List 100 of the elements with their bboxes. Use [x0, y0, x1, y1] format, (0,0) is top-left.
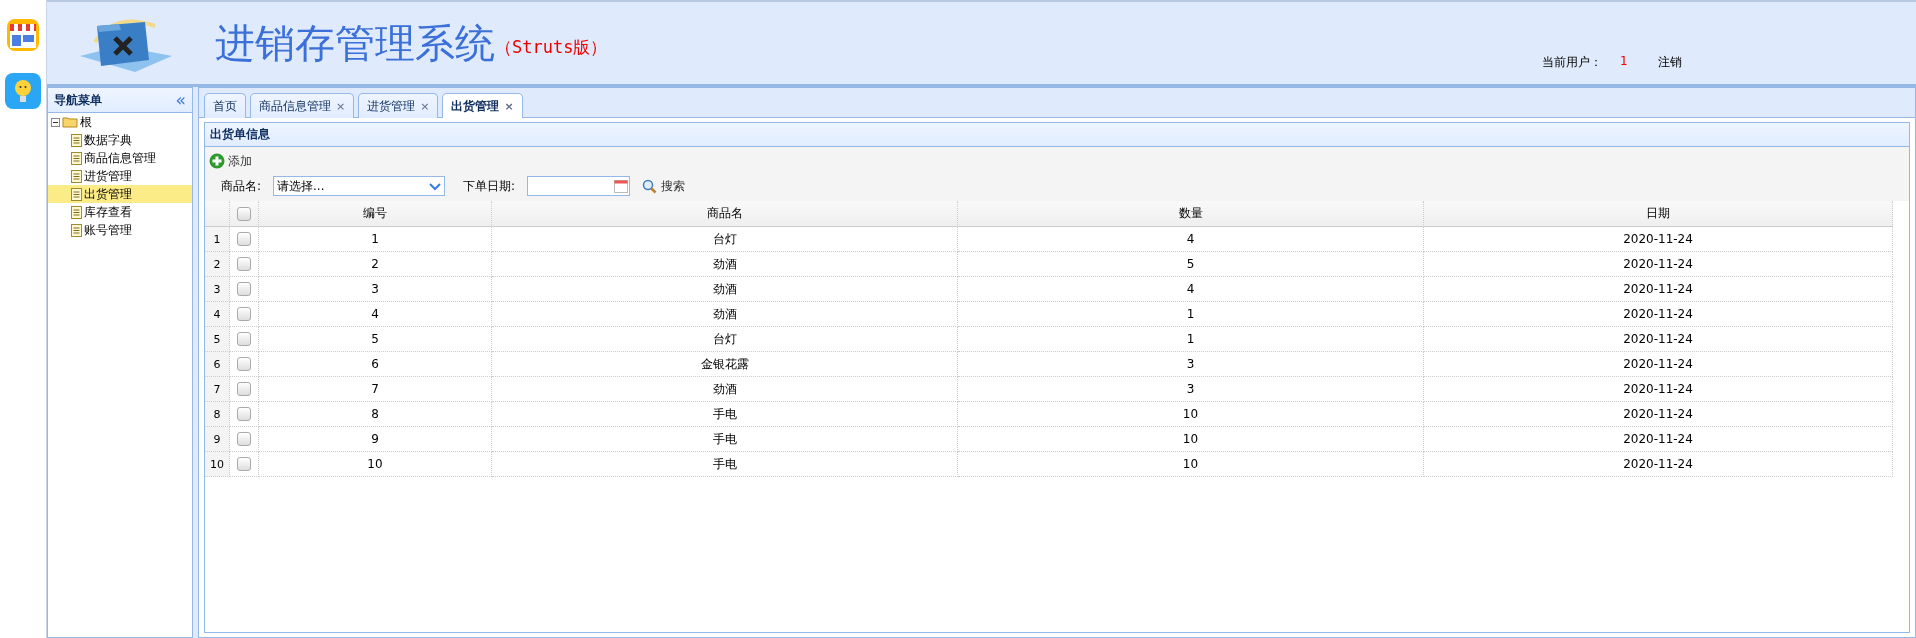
- table-cell: 台灯: [492, 227, 958, 252]
- table-cell: 2020-11-24: [1424, 402, 1893, 427]
- tree-item[interactable]: 商品信息管理: [48, 149, 192, 167]
- lightbulb-icon[interactable]: [4, 72, 42, 110]
- table-cell: 2020-11-24: [1424, 302, 1893, 327]
- table-cell: 劲酒: [492, 377, 958, 402]
- panel-title: 出货单信息: [210, 126, 270, 143]
- table-cell: 10: [958, 452, 1424, 477]
- table-cell: 4: [958, 227, 1424, 252]
- row-checkbox[interactable]: [237, 357, 251, 371]
- table-cell: 2020-11-24: [1424, 252, 1893, 277]
- row-number: 7: [205, 377, 230, 402]
- row-number: 1: [205, 227, 230, 252]
- tree-item[interactable]: 账号管理: [48, 221, 192, 239]
- table-cell: 2020-11-24: [1424, 227, 1893, 252]
- logout-link[interactable]: 注销: [1657, 54, 1682, 71]
- tab[interactable]: 进货管理 ×: [358, 93, 439, 118]
- tree-item[interactable]: 根: [48, 113, 192, 131]
- row-checkbox[interactable]: [237, 307, 251, 321]
- row-checkbox[interactable]: [237, 232, 251, 246]
- table-cell: 10: [259, 452, 492, 477]
- row-checkbox[interactable]: [237, 382, 251, 396]
- table-cell: 1: [958, 302, 1424, 327]
- row-checkbox[interactable]: [237, 332, 251, 346]
- table-cell: 1: [958, 327, 1424, 352]
- row-number: 8: [205, 402, 230, 427]
- table-cell: 劲酒: [492, 277, 958, 302]
- row-number: 10: [205, 452, 230, 477]
- column-header: 数量: [958, 201, 1424, 227]
- table-cell: 3: [958, 377, 1424, 402]
- search-icon: [642, 178, 658, 194]
- table-cell: 劲酒: [492, 252, 958, 277]
- document-icon: [71, 133, 82, 147]
- tab[interactable]: 商品信息管理 ×: [250, 93, 355, 118]
- user-name: 1: [1620, 54, 1628, 70]
- table-cell: 2020-11-24: [1424, 452, 1893, 477]
- table-cell: 2020-11-24: [1424, 277, 1893, 302]
- table-cell: 5: [958, 252, 1424, 277]
- app-title: 进销存管理系统: [215, 18, 495, 68]
- document-icon: [71, 169, 82, 183]
- row-checkbox[interactable]: [237, 457, 251, 471]
- tab[interactable]: 首页: [204, 93, 246, 118]
- shop-icon[interactable]: [6, 18, 40, 52]
- table-cell: 手电: [492, 402, 958, 427]
- table-cell: 4: [958, 277, 1424, 302]
- calendar-icon[interactable]: [613, 178, 630, 194]
- row-number: 9: [205, 427, 230, 452]
- row-number: 5: [205, 327, 230, 352]
- close-icon[interactable]: ×: [504, 99, 514, 113]
- close-icon[interactable]: ×: [420, 99, 430, 113]
- collapse-icon[interactable]: [51, 117, 60, 127]
- sidebar-title: 导航菜单: [54, 91, 102, 109]
- document-icon: [71, 187, 82, 201]
- collapse-button[interactable]: «: [175, 90, 186, 110]
- row-checkbox[interactable]: [237, 257, 251, 271]
- select-all-checkbox[interactable]: [237, 206, 251, 221]
- table-cell: 金银花露: [492, 352, 958, 377]
- table-cell: 4: [259, 302, 492, 327]
- search-button[interactable]: 搜索: [642, 177, 686, 195]
- table-cell: 5: [259, 327, 492, 352]
- product-select[interactable]: 请选择...: [273, 176, 446, 196]
- tree-item[interactable]: 库存查看: [48, 203, 192, 221]
- date-field[interactable]: [527, 176, 631, 196]
- row-checkbox[interactable]: [237, 432, 251, 446]
- table-cell: 10: [958, 402, 1424, 427]
- table-cell: 2020-11-24: [1424, 327, 1893, 352]
- table-cell: 2020-11-24: [1424, 427, 1893, 452]
- tree-item[interactable]: 数据字典: [48, 131, 192, 149]
- table-cell: 手电: [492, 452, 958, 477]
- document-icon: [71, 223, 82, 237]
- table-cell: 台灯: [492, 327, 958, 352]
- table-cell: 3: [259, 277, 492, 302]
- column-header: 日期: [1424, 201, 1893, 227]
- table-cell: 2020-11-24: [1424, 352, 1893, 377]
- add-button[interactable]: 添加: [209, 149, 1905, 173]
- document-icon: [71, 205, 82, 219]
- row-checkbox[interactable]: [237, 407, 251, 421]
- column-header: 编号: [259, 201, 492, 227]
- tree-item[interactable]: 出货管理: [48, 185, 192, 203]
- row-number: 6: [205, 352, 230, 377]
- row-checkbox[interactable]: [237, 282, 251, 296]
- plus-icon: [209, 153, 225, 169]
- table-cell: 8: [259, 402, 492, 427]
- column-header: 商品名: [492, 201, 958, 227]
- date-label: 下单日期:: [463, 177, 516, 195]
- table-cell: 劲酒: [492, 302, 958, 327]
- document-icon: [71, 151, 82, 165]
- folder-icon: [62, 116, 78, 128]
- user-label: 当前用户：: [1542, 54, 1602, 71]
- tree-item[interactable]: 进货管理: [48, 167, 192, 185]
- close-icon[interactable]: ×: [336, 99, 346, 113]
- table-cell: 7: [259, 377, 492, 402]
- row-number: 3: [205, 277, 230, 302]
- product-label: 商品名:: [221, 177, 262, 195]
- table-cell: 9: [259, 427, 492, 452]
- table-cell: 2020-11-24: [1424, 377, 1893, 402]
- table-cell: 2: [259, 252, 492, 277]
- tab[interactable]: 出货管理 ×: [442, 93, 523, 118]
- table-cell: 10: [958, 427, 1424, 452]
- table-cell: 6: [259, 352, 492, 377]
